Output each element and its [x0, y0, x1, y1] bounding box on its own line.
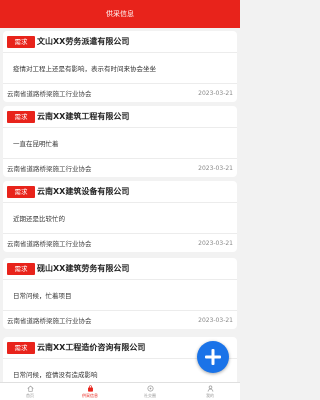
- post-header: 需求 云南XX建筑设备有限公司: [3, 181, 237, 203]
- post-date: 2023-03-21: [198, 316, 233, 324]
- post-date: 2023-03-21: [198, 89, 233, 97]
- plus-icon: [205, 349, 221, 365]
- post-card[interactable]: 需求 云南XX建筑工程有限公司 一直在昆明忙着 云南省道路桥梁施工行业协会 20…: [3, 106, 237, 177]
- tab-community[interactable]: 社交圈: [120, 383, 180, 400]
- association-name: 云南省道路桥梁施工行业协会: [7, 240, 92, 248]
- page-title: 供采信息: [106, 10, 134, 18]
- post-header: 需求 砚山XX建筑劳务有限公司: [3, 258, 237, 280]
- post-footer: 云南省道路桥梁施工行业协会 2023-03-21: [3, 159, 237, 177]
- post-date: 2023-03-21: [198, 164, 233, 172]
- tab-profile[interactable]: 我的: [180, 383, 240, 400]
- company-name: 砚山XX建筑劳务有限公司: [37, 264, 130, 273]
- shopping-bag-icon: [87, 384, 93, 392]
- demand-tag: 需求: [7, 341, 35, 354]
- post-card[interactable]: 需求 砚山XX建筑劳务有限公司 日常问候，忙着项目 云南省道路桥梁施工行业协会 …: [3, 258, 237, 329]
- post-header: 需求 云南XX建筑工程有限公司: [3, 106, 237, 128]
- app-header: 供采信息: [0, 0, 240, 28]
- add-post-button[interactable]: [197, 341, 229, 373]
- home-icon: [26, 385, 34, 392]
- post-header: 需求 文山XX劳务派遣有限公司: [3, 31, 237, 53]
- tab-label: 供采信息: [82, 392, 98, 398]
- post-card[interactable]: 需求 文山XX劳务派遣有限公司 疫情对工程上还是有影响，表示有时间来协会坐坐 云…: [3, 31, 237, 102]
- post-content: 近期还是比较忙的: [3, 203, 237, 234]
- association-name: 云南省道路桥梁施工行业协会: [7, 317, 92, 325]
- company-name: 文山XX劳务派遣有限公司: [37, 37, 130, 46]
- post-content: 日常问候，忙着项目: [3, 280, 237, 311]
- association-name: 云南省道路桥梁施工行业协会: [7, 90, 92, 98]
- company-name: 云南XX工程造价咨询有限公司: [37, 343, 146, 352]
- user-icon: [207, 384, 213, 392]
- tab-label: 社交圈: [144, 392, 156, 398]
- post-footer: 云南省道路桥梁施工行业协会 2023-03-21: [3, 234, 237, 252]
- demand-tag: 需求: [7, 35, 35, 48]
- post-footer: 云南省道路桥梁施工行业协会 2023-03-21: [3, 84, 237, 102]
- post-content: 一直在昆明忙着: [3, 128, 237, 159]
- post-content: 疫情对工程上还是有影响，表示有时间来协会坐坐: [3, 53, 237, 84]
- association-name: 云南省道路桥梁施工行业协会: [7, 165, 92, 173]
- company-name: 云南XX建筑设备有限公司: [37, 187, 130, 196]
- post-list[interactable]: 需求 文山XX劳务派遣有限公司 疫情对工程上还是有影响，表示有时间来协会坐坐 云…: [0, 28, 240, 382]
- company-name: 云南XX建筑工程有限公司: [37, 112, 130, 121]
- demand-tag: 需求: [7, 262, 35, 275]
- community-icon: [146, 384, 154, 392]
- demand-tag: 需求: [7, 185, 35, 198]
- bottom-tab-bar: 首页 供采信息 社交圈 我的: [0, 382, 240, 400]
- post-card[interactable]: 需求 云南XX建筑设备有限公司 近期还是比较忙的 云南省道路桥梁施工行业协会 2…: [3, 181, 237, 252]
- post-footer: 云南省道路桥梁施工行业协会 2023-03-21: [3, 311, 237, 329]
- post-date: 2023-03-21: [198, 239, 233, 247]
- demand-tag: 需求: [7, 110, 35, 123]
- tab-home[interactable]: 首页: [0, 383, 60, 400]
- tab-label: 首页: [26, 392, 34, 398]
- tab-label: 我的: [206, 392, 214, 398]
- tab-supply-info[interactable]: 供采信息: [60, 383, 120, 400]
